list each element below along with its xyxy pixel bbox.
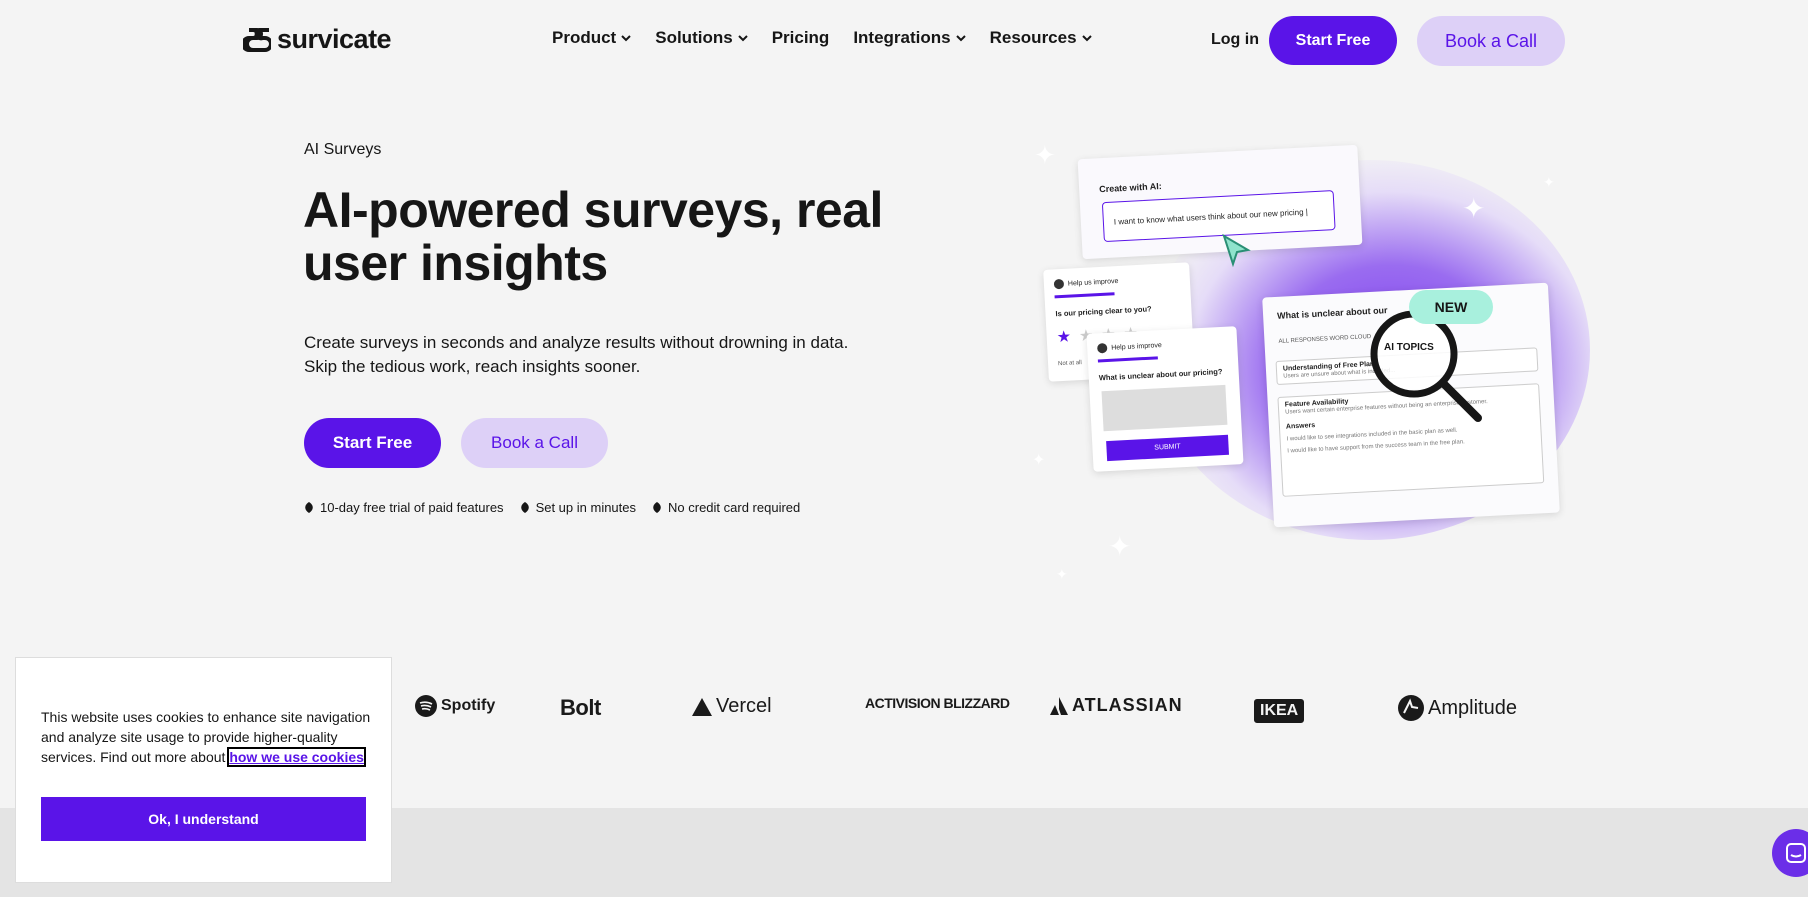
logo-text: Spotify — [441, 697, 496, 714]
logo-amplitude: Amplitude — [1398, 695, 1517, 721]
sparkle-icon: ✦ — [1056, 566, 1068, 582]
nav-integrations-label: Integrations — [853, 28, 951, 47]
logo-text: survicate — [277, 24, 392, 54]
logo-bolt: Bolt — [560, 695, 601, 721]
hero-title: AI-powered surveys, real user insights — [303, 182, 883, 291]
answer-textarea — [1101, 384, 1228, 432]
spotify-icon — [415, 695, 437, 717]
magnifier-icon — [1370, 310, 1482, 422]
open-question-card: Help us improve What is unclear about ou… — [1086, 326, 1244, 472]
nav-solutions-label: Solutions — [655, 28, 733, 47]
hero-illustration: ✦ ✦ ✦ ✦ ✦ ✦ Create with AI: I want to kn… — [1000, 130, 1600, 600]
sparkle-icon: ✦ — [1032, 452, 1046, 469]
logo-vercel: Vercel — [692, 695, 772, 718]
logo-ikea: IKEA — [1254, 699, 1305, 723]
chevron-down-icon — [621, 34, 631, 41]
logo-text: ATLASSIAN — [1072, 695, 1183, 715]
feature-item: 10-day free trial of paid features — [304, 500, 504, 515]
help-label: Help us improve — [1067, 277, 1119, 288]
atlassian-icon — [1050, 696, 1068, 715]
hero-subtitle: Create surveys in seconds and analyze re… — [304, 331, 904, 379]
survicate-logo[interactable]: survicate — [243, 24, 392, 55]
create-prompt: I want to know what users think about ou… — [1101, 190, 1336, 243]
nav-product-label: Product — [552, 28, 617, 47]
logo-activision-blizzard: ACTIVISION BLIZZARD — [865, 695, 1010, 711]
nav-integrations[interactable]: Integrations — [853, 28, 966, 48]
topics-tabs: ALL RESPONSES WORD CLOUD — [1278, 333, 1372, 345]
sparkle-icon: ✦ — [1034, 140, 1056, 170]
feature-item: No credit card required — [652, 500, 800, 515]
chevron-down-icon — [1081, 34, 1092, 41]
avatar — [1053, 278, 1065, 290]
header-start-free-button[interactable]: Start Free — [1269, 16, 1397, 65]
create-with-ai-card: Create with AI: I want to know what user… — [1077, 144, 1363, 260]
nav-resources-label: Resources — [989, 28, 1077, 47]
feature-list: 10-day free trial of paid features Set u… — [304, 500, 800, 515]
logo-text: Bolt — [560, 695, 601, 720]
logo-text: Vercel — [716, 695, 772, 717]
logo-spotify: Spotify — [415, 695, 495, 717]
nav-pricing[interactable]: Pricing — [772, 28, 830, 48]
logo-text: ACTIVISION BLIZZARD — [865, 695, 1010, 711]
leaf-icon — [520, 502, 529, 513]
chat-icon — [1786, 843, 1806, 863]
nav-solutions[interactable]: Solutions — [655, 28, 748, 48]
sparkle-icon: ✦ — [1543, 174, 1555, 190]
cookie-banner: This website uses cookies to enhance sit… — [16, 658, 391, 882]
feature-label: Set up in minutes — [535, 500, 637, 515]
rating-question: Is our pricing clear to you? — [1055, 304, 1152, 319]
nav-product[interactable]: Product — [552, 28, 631, 48]
hero-book-call-button[interactable]: Book a Call — [461, 418, 608, 468]
cookie-accept-button[interactable]: Ok, I understand — [41, 797, 366, 841]
hero-start-free-button[interactable]: Start Free — [304, 418, 441, 468]
leaf-icon — [653, 502, 661, 513]
ai-topics-label: AI TOPICS — [1384, 342, 1434, 353]
star-icon: ★ — [1056, 328, 1072, 347]
hero-subtitle-line1: Create surveys in seconds and analyze re… — [304, 333, 849, 352]
logo-text: IKEA — [1260, 702, 1299, 719]
survicate-logo-icon — [243, 27, 271, 52]
logo-text: Amplitude — [1428, 696, 1517, 719]
logo-atlassian: ATLASSIAN — [1050, 695, 1183, 716]
rating-min-label: Not at all — [1057, 360, 1082, 368]
site-header: survicate Product Solutions Pricing Inte… — [0, 0, 1808, 82]
nav-resources[interactable]: Resources — [990, 28, 1092, 48]
amplitude-icon — [1398, 695, 1424, 721]
hero-eyebrow: AI Surveys — [304, 141, 382, 158]
cookie-message: This website uses cookies to enhance sit… — [41, 707, 371, 767]
progress-bar — [1054, 292, 1115, 299]
feature-item: Set up in minutes — [520, 500, 636, 515]
feature-label: 10-day free trial of paid features — [320, 500, 504, 515]
survey-header: Help us improve — [1053, 276, 1119, 290]
cookie-policy-link[interactable]: how we use cookies — [227, 747, 366, 767]
help-label: Help us improve — [1111, 341, 1162, 352]
main-nav: Product Solutions Pricing Integrations R… — [552, 28, 1116, 48]
sparkle-icon: ✦ — [1108, 531, 1132, 562]
leaf-icon — [305, 502, 313, 513]
create-label: Create with AI: — [1098, 181, 1163, 195]
feature-label: No credit card required — [668, 500, 801, 515]
sparkle-icon: ✦ — [1462, 193, 1486, 224]
header-book-call-button[interactable]: Book a Call — [1417, 16, 1565, 66]
chevron-down-icon — [737, 34, 748, 41]
hero-subtitle-line2: Skip the tedious work, reach insights so… — [304, 357, 641, 376]
survey-header: Help us improve — [1097, 340, 1162, 354]
customer-logos: Spotify Bolt Vercel ACTIVISION BLIZZARD … — [415, 695, 1525, 731]
avatar — [1097, 342, 1108, 354]
submit-button-mock: SUBMIT — [1106, 434, 1230, 462]
cursor-icon — [1222, 234, 1251, 268]
triangle-icon — [692, 697, 712, 716]
nav-pricing-label: Pricing — [771, 28, 830, 47]
chevron-down-icon — [955, 34, 966, 41]
progress-bar — [1097, 356, 1158, 363]
new-badge: NEW — [1409, 290, 1493, 324]
open-question: What is unclear about our pricing? — [1098, 366, 1223, 383]
login-link[interactable]: Log in — [1211, 31, 1259, 49]
